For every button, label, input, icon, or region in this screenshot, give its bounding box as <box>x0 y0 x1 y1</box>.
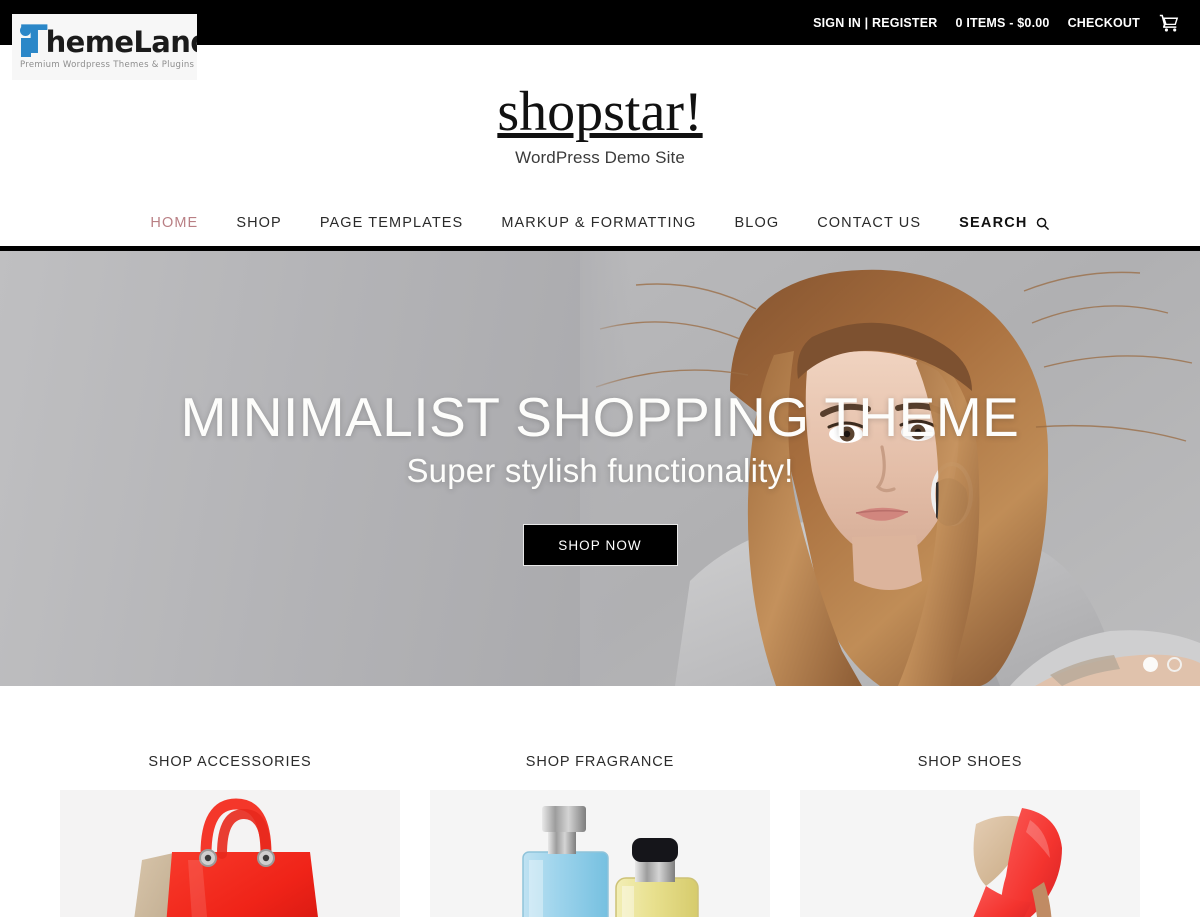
hero-slider: MINIMALIST SHOPPING THEME Super stylish … <box>0 251 1200 686</box>
category-promos: SHOP ACCESSORIES SHOP FRAGRANCE SHOP SHO… <box>0 686 1200 917</box>
checkout-link[interactable]: CHECKOUT <box>1068 16 1140 30</box>
nav-item-page-templates[interactable]: PAGE TEMPLATES <box>301 215 483 231</box>
shopping-cart-icon[interactable] <box>1158 12 1180 34</box>
category-card-fragrance[interactable]: SHOP FRAGRANCE <box>430 754 770 917</box>
slider-dot-2[interactable] <box>1167 657 1182 672</box>
nav-item-search[interactable]: SEARCH <box>940 215 1068 231</box>
cart-summary: 0 ITEMS - $0.00 <box>955 15 1050 30</box>
nav-item-markup-formatting[interactable]: MARKUP & FORMATTING <box>482 215 715 231</box>
nav-item-home[interactable]: HOME <box>131 215 217 231</box>
site-tagline: WordPress Demo Site <box>515 147 685 167</box>
slider-dot-1[interactable] <box>1143 657 1158 672</box>
sign-in-register-link[interactable]: SIGN IN | REGISTER <box>813 16 937 30</box>
hero-model-photo <box>580 251 1200 686</box>
primary-navigation: HOME SHOP PAGE TEMPLATES MARKUP & FORMAT… <box>0 200 1200 246</box>
nav-item-shop[interactable]: SHOP <box>217 215 301 231</box>
nav-item-blog[interactable]: BLOG <box>716 215 799 231</box>
account-cart-links: SIGN IN | REGISTER 0 ITEMS - $0.00 CHECK… <box>813 12 1200 34</box>
ithemeland-watermark-logo: T hemeLand co Premium Wordpress Themes &… <box>12 14 197 80</box>
top-utility-bar: SIGN IN | REGISTER 0 ITEMS - $0.00 CHECK… <box>0 0 1200 80</box>
search-label: SEARCH <box>959 215 1028 231</box>
category-image-shoes[interactable] <box>800 790 1140 917</box>
category-title-shoes[interactable]: SHOP SHOES <box>918 754 1023 770</box>
category-title-accessories[interactable]: SHOP ACCESSORIES <box>148 754 311 770</box>
nav-item-contact-us[interactable]: CONTACT US <box>798 215 940 231</box>
shop-now-button[interactable]: SHOP NOW <box>522 524 678 567</box>
slider-pagination <box>1143 657 1182 672</box>
watermark-wordmark: T hemeLand co <box>20 21 197 60</box>
category-title-fragrance[interactable]: SHOP FRAGRANCE <box>526 754 675 770</box>
category-image-fragrance[interactable] <box>430 790 770 917</box>
magnifier-icon <box>1035 216 1050 231</box>
site-title[interactable]: shopstar! <box>497 83 702 142</box>
category-image-accessories[interactable] <box>60 790 400 917</box>
watermark-brand-rest: hemeLand <box>45 25 197 60</box>
category-card-shoes[interactable]: SHOP SHOES <box>800 754 1140 917</box>
category-card-accessories[interactable]: SHOP ACCESSORIES <box>60 754 400 917</box>
